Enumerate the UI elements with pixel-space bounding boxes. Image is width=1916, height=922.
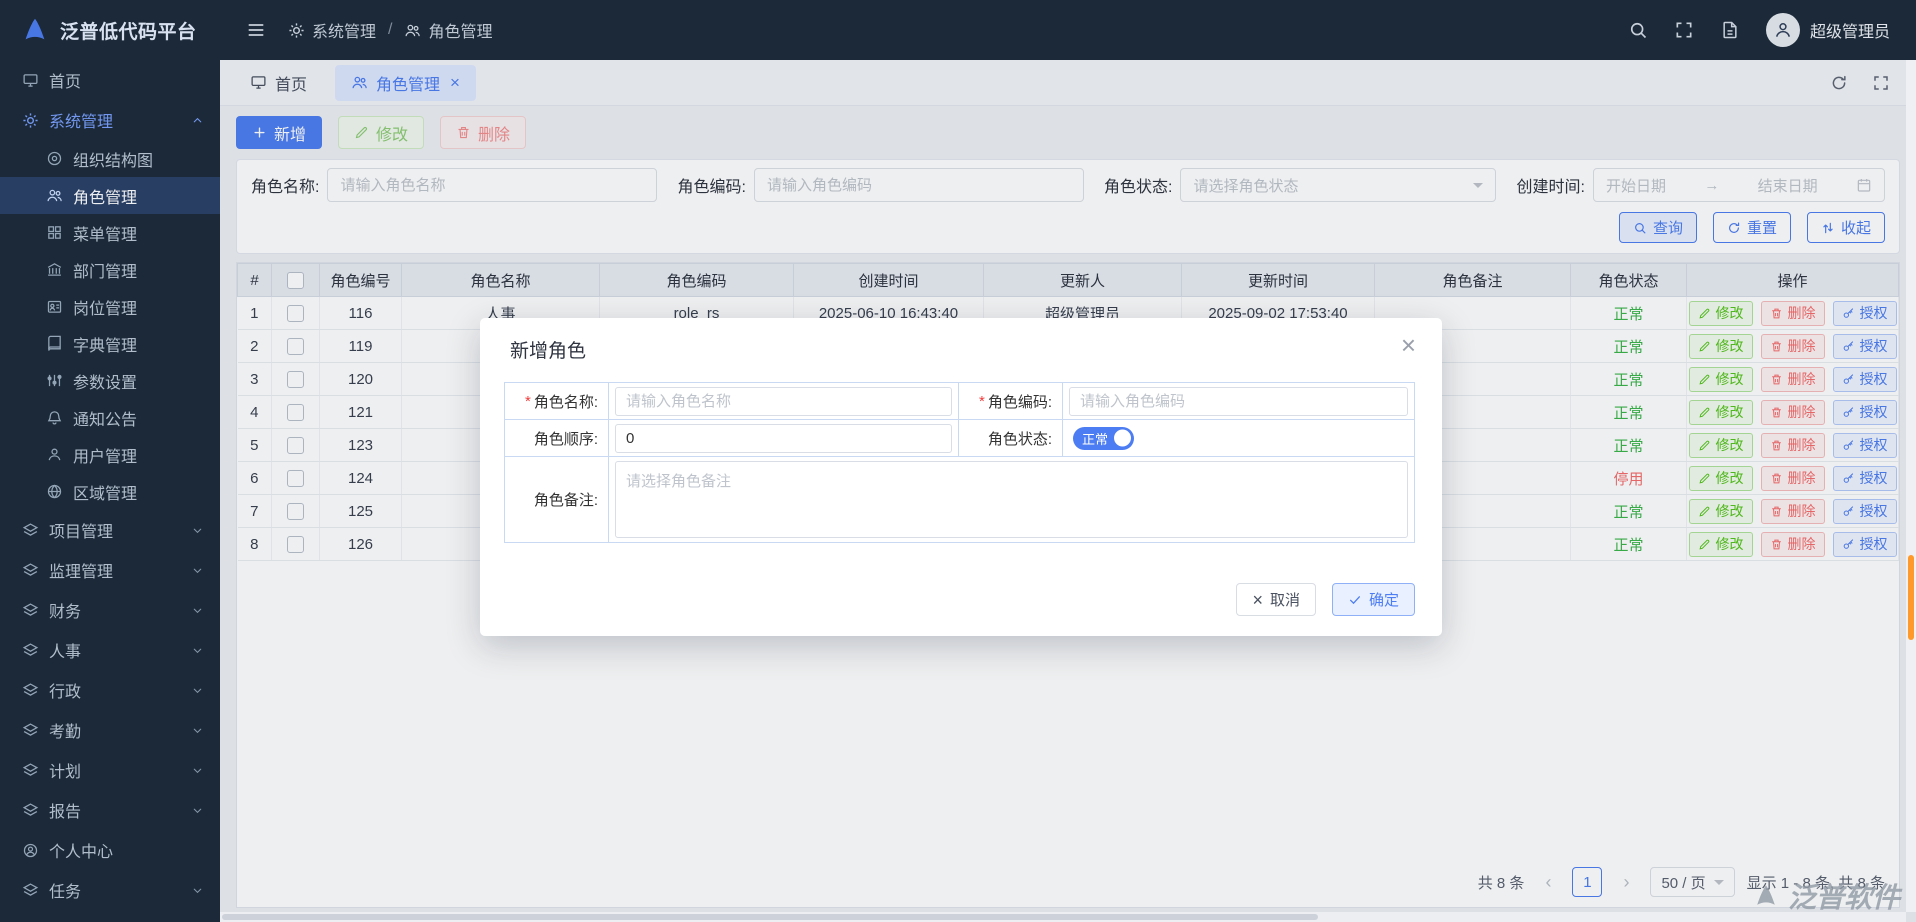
required-star: *	[979, 393, 985, 410]
role-name-input[interactable]	[615, 387, 952, 416]
role-remark-textarea[interactable]: 请选择角色备注	[615, 461, 1408, 538]
status-toggle[interactable]: 正常	[1073, 427, 1134, 450]
toggle-knob	[1114, 430, 1131, 447]
role-order-label: 角色顺序:	[505, 420, 609, 457]
modal-footer: × 取消 确定	[1236, 583, 1415, 616]
role-remark-label: 角色备注:	[505, 457, 609, 543]
close-icon: ×	[1252, 591, 1263, 609]
role-name-label: * 角色名称:	[505, 383, 609, 420]
horizontal-scrollbar[interactable]	[220, 912, 1906, 922]
horizontal-scrollbar-thumb[interactable]	[222, 914, 1318, 920]
check-icon	[1348, 593, 1362, 607]
role-status-label: 角色状态:	[959, 420, 1063, 457]
cancel-button-label: 取消	[1270, 589, 1300, 610]
modal-title: 新增角色	[510, 336, 586, 363]
vertical-scrollbar[interactable]	[1906, 60, 1916, 912]
role-order-input[interactable]	[615, 424, 952, 453]
vertical-scrollbar-thumb[interactable]	[1908, 555, 1914, 640]
toggle-label: 正常	[1082, 429, 1108, 448]
role-code-input[interactable]	[1069, 387, 1408, 416]
modal-close-icon[interactable]: ×	[1401, 332, 1416, 358]
cancel-button[interactable]: × 取消	[1236, 583, 1316, 616]
add-role-modal: 新增角色 × * 角色名称: * 角色编码: 角色顺序: 角色状态: 正常	[480, 318, 1442, 636]
required-star: *	[525, 393, 531, 410]
add-role-form: * 角色名称: * 角色编码: 角色顺序: 角色状态: 正常	[504, 382, 1415, 543]
confirm-button[interactable]: 确定	[1332, 583, 1415, 616]
confirm-button-label: 确定	[1369, 589, 1399, 610]
role-code-label: * 角色编码:	[959, 383, 1063, 420]
